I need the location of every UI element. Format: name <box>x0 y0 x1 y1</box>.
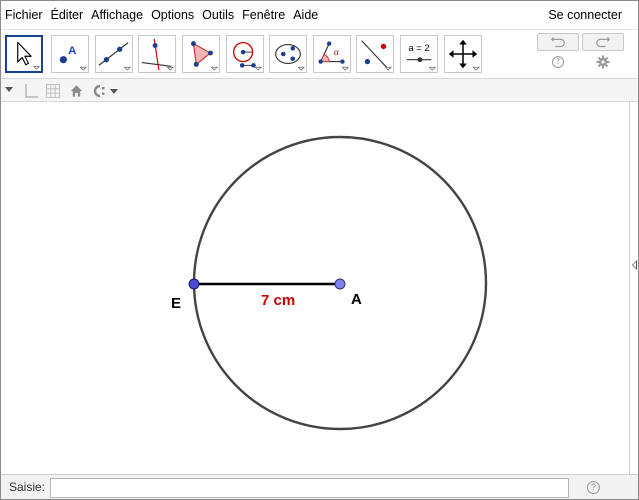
slider-icon: a = 2 <box>406 43 437 71</box>
circle-center-point-icon <box>232 41 263 71</box>
undo-button[interactable] <box>537 33 579 51</box>
point-e-label: E <box>171 295 181 312</box>
redo-button[interactable] <box>582 33 624 51</box>
graphics-view[interactable]: E A 7 cm <box>1 102 629 474</box>
gear-icon[interactable] <box>596 55 610 69</box>
menu-bar: Fichier Éditer Affichage Options Outils … <box>1 1 638 29</box>
stylebar-menu-arrow-icon[interactable] <box>4 86 14 94</box>
angle-tool-button[interactable]: α <box>313 35 351 73</box>
point-e[interactable] <box>188 278 200 290</box>
login-link[interactable]: Se connecter <box>548 5 622 25</box>
menu-editer[interactable]: Éditer <box>47 5 88 25</box>
point-capture-icon[interactable] <box>90 83 120 99</box>
move-graphics-icon <box>448 39 481 71</box>
move-tool-button[interactable] <box>5 35 43 73</box>
arrow-cursor-icon <box>17 41 41 70</box>
input-help-icon[interactable]: ? <box>587 481 600 494</box>
input-label: Saisie: <box>9 480 46 494</box>
move-graphics-tool-button[interactable] <box>444 35 482 73</box>
perpendicular-line-icon <box>141 38 175 71</box>
slider-tool-button[interactable]: a = 2 <box>400 35 438 73</box>
polygon-tool-button[interactable] <box>182 35 220 73</box>
point-icon: A <box>59 45 88 71</box>
menu-outils[interactable]: Outils <box>198 5 238 25</box>
menu-aide[interactable]: Aide <box>289 5 322 25</box>
style-bar <box>1 78 638 102</box>
polygon-icon <box>190 41 219 71</box>
axes-toggle-icon[interactable] <box>23 83 39 99</box>
reflect-icon <box>361 40 393 71</box>
svg-text:α: α <box>334 48 339 58</box>
svg-text:A: A <box>68 45 76 57</box>
toolbar: A α a = 2 ? <box>1 29 638 78</box>
line-tool-button[interactable] <box>95 35 133 73</box>
grid-toggle-icon[interactable] <box>45 83 61 99</box>
graphics-canvas[interactable]: E A 7 cm <box>1 102 629 474</box>
geogebra-window: Fichier Éditer Affichage Options Outils … <box>0 0 639 500</box>
point-a[interactable] <box>334 278 346 290</box>
side-panel-toggle[interactable] <box>629 102 638 474</box>
undo-icon <box>550 36 565 48</box>
point-a-label: A <box>351 291 362 308</box>
input-field[interactable] <box>50 478 569 498</box>
circle-tool-button[interactable] <box>226 35 264 73</box>
ellipse-icon <box>275 43 306 71</box>
svg-text:a = 2: a = 2 <box>408 43 429 54</box>
home-icon[interactable] <box>69 83 84 99</box>
menu-affichage[interactable]: Affichage <box>87 5 147 25</box>
reflect-tool-button[interactable] <box>356 35 394 73</box>
segment-length-label: 7 cm <box>261 292 295 309</box>
point-tool-button[interactable]: A <box>51 35 89 73</box>
redo-icon <box>596 36 611 48</box>
input-bar: Saisie: ? <box>1 474 638 499</box>
angle-icon: α <box>318 41 350 71</box>
menu-options[interactable]: Options <box>147 5 198 25</box>
conic-tool-button[interactable] <box>269 35 307 73</box>
help-icon[interactable]: ? <box>552 56 564 68</box>
menu-fenetre[interactable]: Fenêtre <box>238 5 289 25</box>
line-icon <box>98 42 132 71</box>
menu-fichier[interactable]: Fichier <box>1 5 47 25</box>
perpendicular-tool-button[interactable] <box>138 35 176 73</box>
